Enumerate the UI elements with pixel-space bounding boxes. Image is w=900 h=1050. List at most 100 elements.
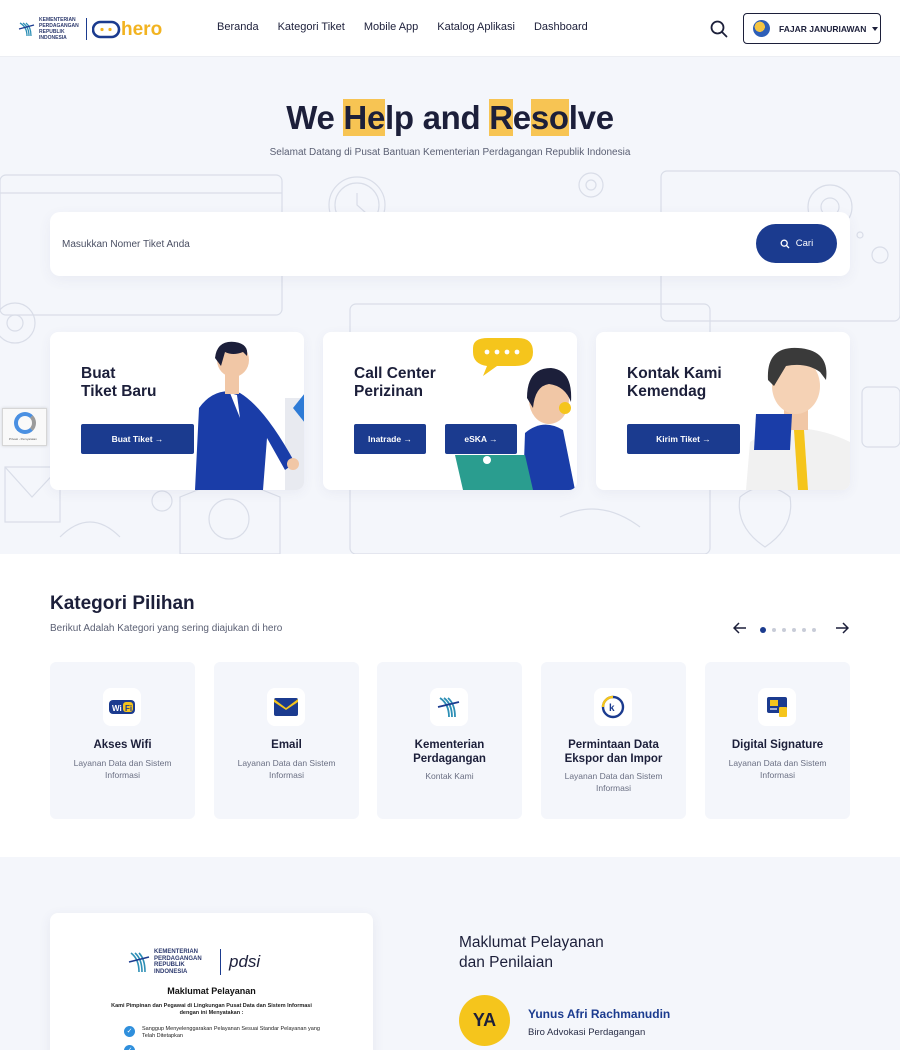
carousel-pagination — [760, 627, 816, 633]
hero-section: We Help and Resolve Selamat Datang di Pu… — [0, 57, 900, 554]
user-menu-button[interactable]: FAJAR JANURIAWAN — [743, 13, 881, 44]
recaptcha-icon — [14, 412, 36, 434]
nav-mobile-app[interactable]: Mobile App — [364, 21, 418, 33]
category-desc: Layanan Data dan Sistem Informasi — [237, 758, 336, 780]
hero-title-highlight: R — [489, 99, 513, 136]
maklumat-document-preview[interactable]: KEMENTERIAN PERDAGANGAN REPUBLIK INDONES… — [50, 913, 373, 1050]
arrow-right-icon[interactable] — [835, 621, 849, 635]
check-icon: ✓ — [124, 1045, 135, 1050]
document-title: Maklumat Pelayanan — [167, 986, 256, 996]
category-card-data-ekspor-impor[interactable]: k Permintaan Data Ekspor dan Impor Layan… — [541, 662, 686, 819]
search-icon[interactable] — [709, 19, 729, 39]
ministry-logo-text: KEMENTERIAN PERDAGANGAN REPUBLIK INDONES… — [39, 17, 79, 41]
eska-button[interactable]: eSKA → — [445, 424, 517, 454]
hero-title-highlight: He — [343, 99, 386, 136]
user-name: FAJAR JANURIAWAN — [779, 23, 867, 34]
main-nav: Beranda Kategori Tiket Mobile App Katalo… — [217, 21, 588, 33]
kirim-tiket-button[interactable]: Kirim Tiket → — [627, 424, 740, 454]
category-desc: Layanan Data dan Sistem Informasi — [728, 758, 827, 780]
section-title: Kategori Pilihan — [50, 593, 195, 614]
category-name: Email — [271, 739, 302, 751]
hero-subtitle: Selamat Datang di Pusat Bantuan Kementer… — [269, 147, 631, 158]
search-submit-button[interactable]: Cari — [756, 224, 837, 263]
maklumat-title: Maklumat Pelayanan dan Penilaian — [459, 934, 604, 971]
person-name: Yunus Afri Rachmanudin — [528, 1007, 671, 1021]
recaptcha-badge[interactable]: Privasi - Persyaratan — [2, 408, 47, 446]
category-card-digital-signature[interactable]: Digital Signature Layanan Data dan Siste… — [705, 662, 850, 819]
person-role: Biro Advokasi Perdagangan — [528, 1027, 646, 1038]
signature-icon — [758, 688, 796, 726]
top-navbar: KEMENTERIAN PERDAGANGAN REPUBLIK INDONES… — [0, 0, 900, 57]
document-ministry-text: KEMENTERIAN PERDAGANGAN REPUBLIK INDONES… — [154, 949, 202, 975]
maklumat-section: KEMENTERIAN PERDAGANGAN REPUBLIK INDONES… — [0, 857, 900, 1050]
nav-kategori-tiket[interactable]: Kategori Tiket — [278, 21, 345, 33]
carousel-dot[interactable] — [812, 628, 816, 632]
call-center-agent-illustration — [455, 338, 575, 490]
man-illustration — [195, 341, 304, 490]
inatrade-button[interactable]: Inatrade → — [354, 424, 426, 454]
category-name: Permintaan Data Ekspor dan Impor — [564, 739, 663, 765]
kemendag-icon — [430, 688, 468, 726]
brand-name: hero — [121, 19, 162, 40]
nav-katalog-aplikasi[interactable]: Katalog Aplikasi — [437, 21, 515, 33]
carousel-dot[interactable] — [792, 628, 796, 632]
carousel-dot[interactable] — [760, 627, 766, 633]
category-card-kemendag[interactable]: Kementerian Perdagangan Kontak Kami — [377, 662, 522, 819]
caret-down-icon — [872, 26, 879, 31]
site-logo[interactable]: KEMENTERIAN PERDAGANGAN REPUBLIK INDONES… — [18, 17, 182, 41]
document-item-text: Sanggup Menyelenggarakan Pelayanan Sesua… — [142, 1026, 320, 1039]
search-icon — [780, 239, 790, 248]
svg-text:Wi: Wi — [112, 704, 122, 713]
logo-divider — [86, 18, 87, 40]
search-button-label: Cari — [795, 238, 814, 249]
recaptcha-text: Privasi - Persyaratan — [9, 437, 37, 441]
category-desc: Layanan Data dan Sistem Informasi — [73, 758, 172, 780]
nav-dashboard[interactable]: Dashboard — [534, 21, 588, 33]
wifi-icon: Wi Fi — [103, 688, 141, 726]
person-avatar: YA — [459, 995, 510, 1046]
phone-man-illustration — [746, 347, 850, 490]
ticket-number-input[interactable] — [62, 229, 662, 259]
nav-beranda[interactable]: Beranda — [217, 21, 259, 33]
hero-title-part: We — [286, 99, 344, 136]
card-title: Call Center Perizinan — [354, 365, 436, 400]
buat-tiket-button[interactable]: Buat Tiket → — [81, 424, 194, 454]
category-name: Kementerian Perdagangan — [413, 739, 486, 765]
card-title: Kontak Kami Kemendag — [627, 365, 722, 400]
hero-title: We Help and Resolve — [0, 99, 900, 137]
ministry-logo: KEMENTERIAN PERDAGANGAN REPUBLIK INDONES… — [18, 17, 81, 41]
email-icon — [267, 688, 305, 726]
card-kontak-kami: Kontak Kami Kemendag Kirim Tiket → — [596, 332, 850, 490]
kemendag-emblem-icon — [18, 22, 35, 37]
section-subtitle: Berikut Adalah Kategori yang sering diaj… — [50, 623, 283, 634]
hero-title-part: lve — [568, 99, 614, 136]
card-call-center: Call Center Perizinan Inatrade → eSKA → — [323, 332, 577, 490]
pdsi-logo: pdsi — [229, 952, 261, 971]
category-name: Digital Signature — [731, 739, 824, 751]
ticket-search-box: Cari — [50, 212, 850, 276]
category-card-email[interactable]: Email Layanan Data dan Sistem Informasi — [214, 662, 359, 819]
hero-title-highlight: so — [530, 99, 569, 136]
svg-text:Fi: Fi — [125, 704, 132, 713]
document-intro: Kami Pimpinan dan Pegawai di Lingkungan … — [111, 1003, 312, 1016]
carousel-dot[interactable] — [782, 628, 786, 632]
data-icon: k — [594, 688, 632, 726]
svg-text:k: k — [609, 703, 615, 714]
logo-divider — [220, 949, 221, 975]
category-desc: Layanan Data dan Sistem Informasi — [564, 771, 663, 793]
check-icon: ✓ — [124, 1026, 135, 1037]
document-logos: KEMENTERIAN PERDAGANGAN REPUBLIK INDONES… — [128, 949, 260, 975]
hero-title-part: lp and — [385, 99, 490, 136]
carousel-dot[interactable] — [802, 628, 806, 632]
kemendag-emblem-icon — [128, 952, 150, 973]
carousel-dot[interactable] — [772, 628, 776, 632]
card-buat-tiket: Buat Tiket Baru Buat Tiket → — [50, 332, 304, 490]
document-list-item: ✓ Sanggup Menyelenggarakan Pelayanan Ses… — [124, 1026, 324, 1040]
category-card-wifi[interactable]: Wi Fi Akses Wifi Layanan Data dan Sistem … — [50, 662, 195, 819]
hero-title-part: e — [512, 99, 531, 136]
user-avatar — [753, 20, 770, 37]
arrow-left-icon[interactable] — [733, 621, 747, 635]
category-name: Akses Wifi — [93, 739, 152, 751]
hero-brand-logo: hero — [92, 19, 162, 40]
category-desc: Kontak Kami — [425, 771, 474, 781]
